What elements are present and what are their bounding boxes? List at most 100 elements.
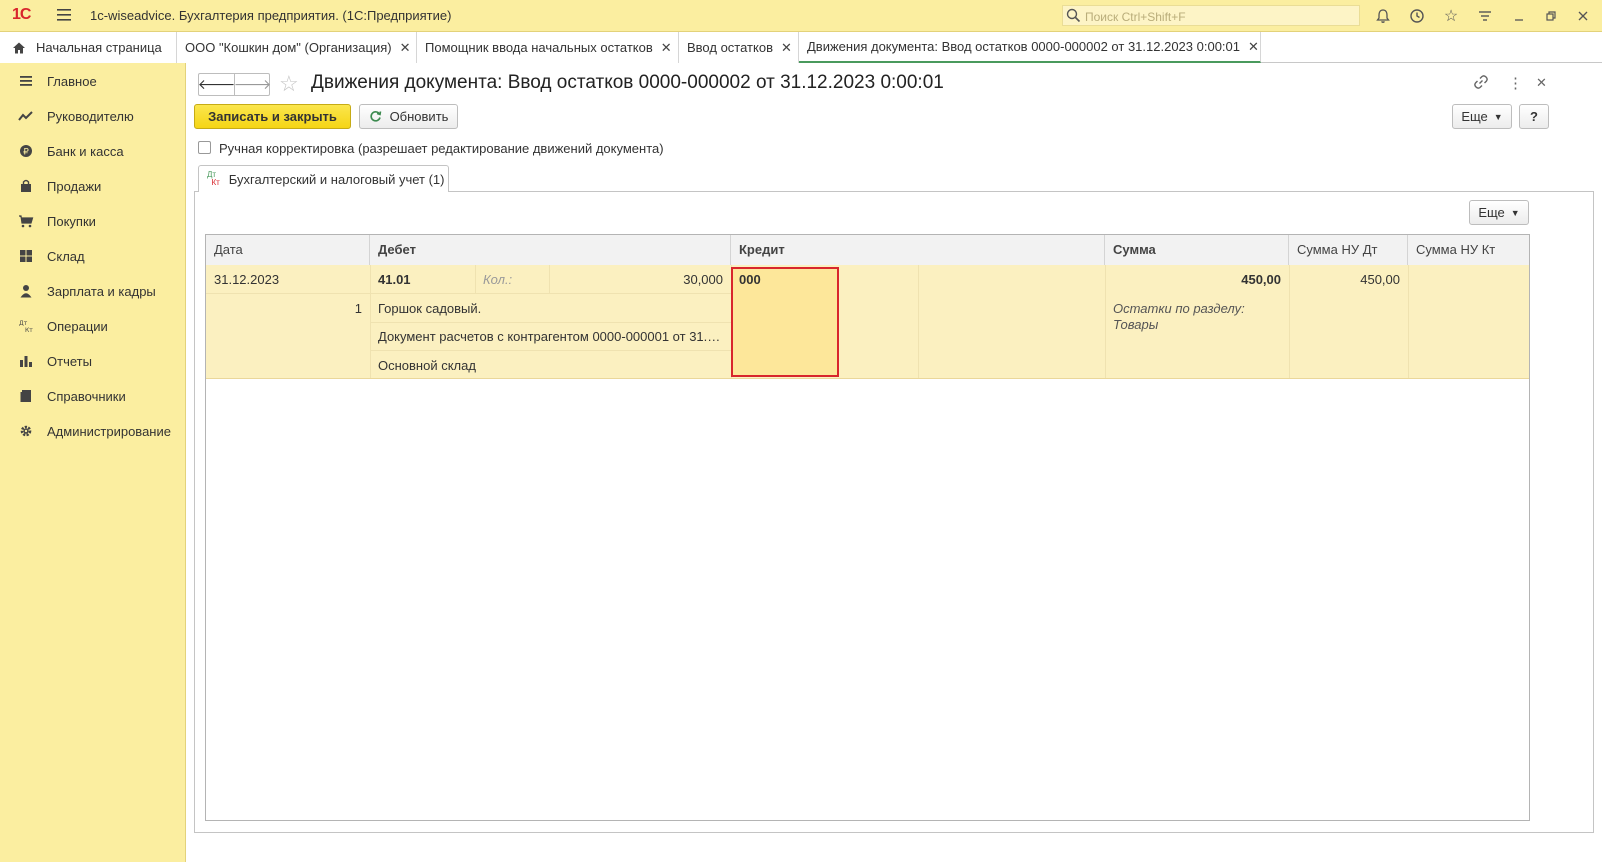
boxes-icon (16, 249, 36, 263)
table-header: Дата Дебет Кредит Сумма Сумма НУ Дт Сумм… (206, 235, 1529, 266)
minimize-icon[interactable] (1509, 6, 1529, 26)
sidebar-item-reports[interactable]: Отчеты (0, 346, 186, 376)
sidebar-item-operations[interactable]: Дт Кт Операции (0, 311, 186, 341)
save-and-close-button[interactable]: Записать и закрыть (194, 104, 351, 129)
refresh-label: Обновить (389, 109, 449, 124)
list-icon (16, 74, 36, 88)
grid-more-button[interactable]: Еще ▼ (1469, 200, 1529, 225)
col-date[interactable]: Дата (206, 235, 370, 265)
col-sum-nu-dt[interactable]: Сумма НУ Дт (1289, 235, 1408, 265)
tab-balances-wizard[interactable]: Помощник ввода начальных остатков ✕ (417, 32, 679, 63)
settings-lines-icon[interactable] (1475, 6, 1495, 26)
favorites-icon[interactable]: ☆ (1441, 6, 1461, 26)
cell-sum-nu-dt[interactable]: 450,00 (1289, 272, 1408, 287)
cell-content-line-1[interactable]: Остатки по разделу: (1105, 301, 1289, 316)
tab-label: Начальная страница (36, 40, 162, 55)
svg-text:₽: ₽ (23, 148, 29, 158)
caret-down-icon: ▼ (1493, 111, 1503, 122)
menu-icon[interactable] (55, 6, 73, 24)
close-tab-icon[interactable]: ✕ (1248, 39, 1259, 55)
cell-qty-value[interactable]: 30,000 (549, 272, 731, 287)
svg-text:Кт: Кт (25, 327, 33, 333)
tab-document-movements[interactable]: Движения документа: Ввод остатков 0000-0… (799, 32, 1261, 63)
close-window-icon[interactable] (1573, 6, 1593, 26)
help-button[interactable]: ? (1519, 104, 1549, 129)
more-label: Еще (1461, 109, 1488, 124)
cell-sum[interactable]: 450,00 (1105, 272, 1289, 287)
tab-label: Ввод остатков (687, 40, 773, 55)
close-tab-icon[interactable]: ✕ (661, 40, 672, 56)
dt-kt-icon: Дт Кт (207, 170, 220, 187)
tab-home[interactable]: Начальная страница (0, 32, 177, 63)
cell-debit-account[interactable]: 41.01 (370, 272, 475, 287)
gear-icon (16, 424, 36, 438)
manual-edit-label: Ручная корректировка (разрешает редактир… (219, 141, 664, 156)
cart-icon (16, 214, 36, 228)
col-debit[interactable]: Дебет (370, 235, 731, 265)
bag-icon (16, 179, 36, 193)
restore-icon[interactable] (1541, 6, 1561, 26)
more-vertical-icon[interactable]: ⋮ (1508, 74, 1523, 92)
app-logo: 1С (12, 6, 31, 23)
sidebar-item-warehouse[interactable]: Склад (0, 241, 186, 271)
tab-organization[interactable]: ООО "Кошкин дом" (Организация) ✕ (177, 32, 417, 63)
close-tab-icon[interactable]: ✕ (781, 40, 792, 56)
favorite-star-icon[interactable]: ☆ (279, 72, 299, 96)
forward-arrow-icon[interactable]: 🡒 (234, 74, 271, 95)
search-input[interactable] (1083, 7, 1357, 26)
global-search[interactable] (1062, 5, 1360, 26)
sidebar-item-bank[interactable]: ₽ Банк и касса (0, 136, 186, 166)
person-icon (16, 284, 36, 298)
close-form-icon[interactable]: ✕ (1536, 75, 1547, 91)
cell-date[interactable]: 31.12.2023 (206, 272, 370, 287)
title-bar: 1С 1c-wiseadvice. Бухгалтерия предприяти… (0, 0, 1602, 32)
link-icon[interactable] (1473, 74, 1489, 94)
more-label: Еще (1478, 205, 1505, 220)
tab-balance-entry[interactable]: Ввод остатков ✕ (679, 32, 799, 63)
main-content: 🡐 🡒 ☆ Движения документа: Ввод остатков … (186, 63, 1602, 862)
sidebar-item-catalogs[interactable]: Справочники (0, 381, 186, 411)
tab-accounting[interactable]: Дт Кт Бухгалтерский и налоговый учет (1) (198, 165, 449, 192)
home-icon (13, 42, 25, 53)
bell-icon[interactable] (1373, 6, 1393, 26)
col-credit[interactable]: Кредит (731, 235, 1105, 265)
caret-down-icon: ▼ (1510, 207, 1520, 218)
tab-accounting-label: Бухгалтерский и налоговый учет (1) (228, 171, 445, 187)
more-button[interactable]: Еще ▼ (1452, 104, 1512, 129)
refresh-icon (369, 111, 381, 122)
coin-icon: ₽ (16, 144, 36, 158)
sidebar-item-purchases[interactable]: Покупки (0, 206, 186, 236)
sidebar-item-manager[interactable]: Руководителю (0, 101, 186, 131)
movements-table[interactable]: Дата Дебет Кредит Сумма Сумма НУ Дт Сумм… (205, 234, 1530, 821)
trend-icon (16, 109, 36, 123)
col-sum-nu-kt[interactable]: Сумма НУ Кт (1408, 235, 1529, 265)
tabs-bar: Начальная страница ООО "Кошкин дом" (Орг… (0, 32, 1602, 63)
history-icon[interactable] (1407, 6, 1427, 26)
book-icon (16, 389, 36, 403)
col-sum[interactable]: Сумма (1105, 235, 1289, 265)
tab-label: Движения документа: Ввод остатков 0000-0… (807, 39, 1240, 54)
refresh-button[interactable]: Обновить (359, 104, 458, 129)
page-title: Движения документа: Ввод остатков 0000-0… (311, 72, 944, 93)
cell-line-number: 1 (354, 301, 362, 316)
svg-text:Дт: Дт (19, 320, 28, 327)
cell-debit-subconto-2[interactable]: Документ расчетов с контрагентом 0000-00… (370, 329, 731, 344)
cell-content-line-2[interactable]: Товары (1105, 317, 1289, 332)
bar-chart-icon (16, 354, 36, 368)
cell-credit-account[interactable]: 000 (731, 272, 839, 287)
dt-kt-icon: Дт Кт (16, 319, 36, 333)
sidebar-item-salary[interactable]: Зарплата и кадры (0, 276, 186, 306)
table-row[interactable]: 31.12.2023 1 41.01 Кол.: 30,000 Горшок с… (206, 265, 1529, 379)
manual-edit-checkbox[interactable] (198, 141, 211, 154)
search-icon (1066, 8, 1081, 23)
cell-debit-subconto-3[interactable]: Основной склад (370, 358, 731, 373)
back-arrow-icon[interactable]: 🡐 (198, 74, 236, 95)
sidebar-item-main[interactable]: Главное (0, 66, 186, 96)
tab-label: Помощник ввода начальных остатков (425, 40, 653, 55)
cell-debit-subconto-1[interactable]: Горшок садовый. (370, 301, 731, 316)
close-tab-icon[interactable]: ✕ (400, 40, 411, 56)
sidebar-item-admin[interactable]: Администрирование (0, 416, 186, 446)
sidebar: Главное Руководителю ₽ Банк и касса Прод… (0, 63, 186, 862)
app-title: 1c-wiseadvice. Бухгалтерия предприятия. … (90, 8, 452, 23)
sidebar-item-sales[interactable]: Продажи (0, 171, 186, 201)
